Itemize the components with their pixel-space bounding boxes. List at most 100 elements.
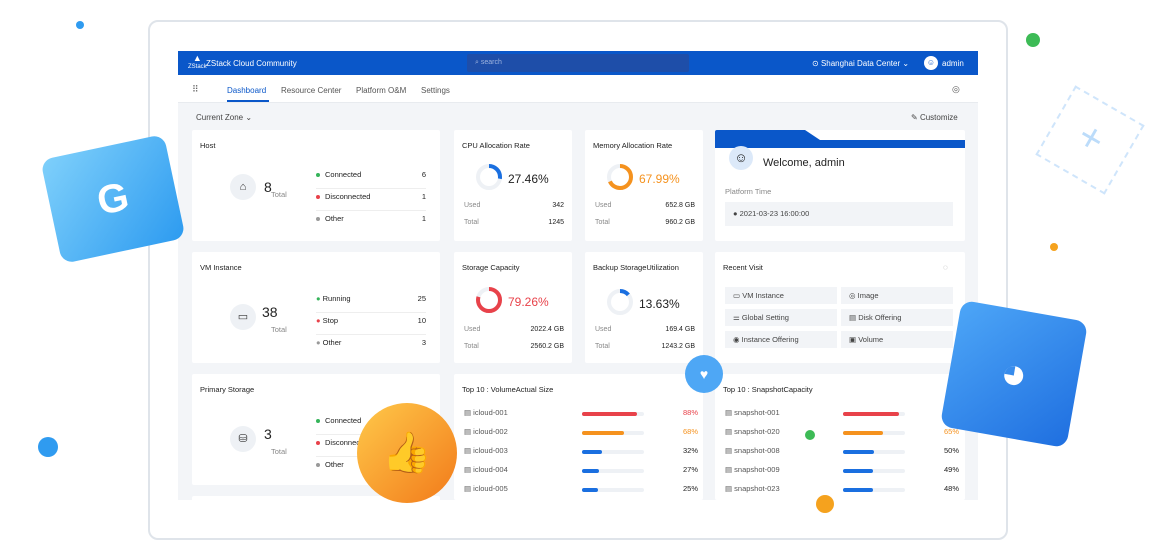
item-name: icloud-005 xyxy=(473,484,508,493)
bar-row[interactable]: ▤ icloud-003 32% xyxy=(464,446,698,465)
stop-icon: ● xyxy=(316,316,323,325)
bar-fill xyxy=(843,412,899,416)
recent-item-global-setting[interactable]: ⚌ Global Setting xyxy=(725,309,837,326)
recent-visit-card: Recent Visit ◌ ▭ VM Instance ◎ Image ⚌ G… xyxy=(715,252,965,363)
legend-row[interactable]: Connected 6 xyxy=(316,167,426,189)
bar-track xyxy=(843,488,905,492)
chevron-down-icon: ⌄ xyxy=(902,59,910,68)
datacenter-selector[interactable]: ⊙ Shanghai Data Center ⌄ xyxy=(812,59,909,68)
card-title: Memory Allocation Rate xyxy=(593,141,673,150)
notification-icon[interactable]: ◎ xyxy=(952,84,960,95)
total-label: Total xyxy=(271,190,287,199)
card-title: VM Instance xyxy=(200,263,242,272)
item-name: snapshot-009 xyxy=(734,465,780,474)
bar-fill xyxy=(843,431,884,435)
welcome-text: Welcome, admin xyxy=(763,157,845,169)
tab-dashboard[interactable]: Dashboard xyxy=(227,86,266,95)
bar-row[interactable]: ▤ snapshot-008 50% xyxy=(725,446,959,465)
recent-item-instance-offering[interactable]: ◉ Instance Offering xyxy=(725,331,837,348)
memory-ring xyxy=(607,164,633,190)
item-name: snapshot-023 xyxy=(734,484,780,493)
bar-row[interactable]: ▤ icloud-001 88% xyxy=(464,408,698,427)
top-volumes-card: Top 10 : VolumeActual Size ▤ icloud-001 8… xyxy=(454,374,703,500)
top-bar: ▲ ZStack ZStack Cloud Community ⌕ search … xyxy=(178,51,978,75)
admin-avatar: ☺ xyxy=(729,146,753,170)
recent-item-volume[interactable]: ▣ Volume xyxy=(841,331,953,348)
bar-fill xyxy=(843,488,873,492)
user-name[interactable]: admin xyxy=(942,59,964,68)
bar-row[interactable]: ▤ icloud-004 27% xyxy=(464,465,698,484)
item-percent: 32% xyxy=(682,446,698,455)
legend-row[interactable]: Disconnected 1 xyxy=(316,189,426,211)
total-label: Total xyxy=(271,325,287,334)
tab-platform-om[interactable]: Platform O&M xyxy=(356,86,406,95)
server-icon: ⌂ xyxy=(230,174,256,200)
storage-ring xyxy=(476,287,502,313)
backup-ring xyxy=(607,289,633,315)
bar-track xyxy=(582,431,644,435)
clear-icon[interactable]: ◌ xyxy=(943,263,948,272)
total-label: Total xyxy=(271,447,287,456)
apps-grid-icon[interactable]: ⠿ xyxy=(192,84,199,95)
search-input[interactable]: ⌕ search xyxy=(467,54,689,72)
app-title: ZStack Cloud Community xyxy=(206,59,297,68)
bar-row[interactable]: ▤ snapshot-020 65% xyxy=(725,427,959,446)
card-title: Backup StorageUtilization xyxy=(593,263,679,272)
other-icon: ● xyxy=(316,338,323,347)
github-badge: ◕ xyxy=(939,299,1089,449)
cpu-total: Total 1245 xyxy=(464,219,564,226)
storage-used: Used 2022.4 GB xyxy=(464,326,564,333)
cpu-used: Used 342 xyxy=(464,202,564,209)
zone-selector[interactable]: Current Zone ⌄ xyxy=(196,113,252,122)
snapshot-icon: ▤ xyxy=(725,408,735,417)
recent-item-vm-instance[interactable]: ▭ VM Instance xyxy=(725,287,837,304)
cpu-ring xyxy=(476,164,502,190)
recent-item-image[interactable]: ◎ Image xyxy=(841,287,953,304)
bar-row[interactable]: ▤ snapshot-009 49% xyxy=(725,465,959,484)
edit-icon: ✎ xyxy=(911,113,920,122)
platform-time-label: Platform Time xyxy=(725,187,772,196)
vm-legend: ● Running 25 ● Stop 10 ● Other 3 xyxy=(316,291,426,357)
legend-row[interactable]: ● Other 3 xyxy=(316,335,426,357)
vm-total: 38 xyxy=(262,304,278,320)
bar-track xyxy=(582,488,644,492)
storage-percent: 79.26% xyxy=(508,295,549,309)
card-title: Recent Visit xyxy=(723,263,763,272)
snapshot-icon: ▤ xyxy=(725,465,735,474)
backup-percent: 13.63% xyxy=(639,297,680,311)
bar-fill xyxy=(582,412,637,416)
avatar[interactable]: ☺ xyxy=(924,56,938,70)
customize-button[interactable]: ✎ Customize xyxy=(911,113,958,122)
decor-dot-blue xyxy=(76,21,84,29)
dashboard-app: ▲ ZStack ZStack Cloud Community ⌕ search … xyxy=(178,51,978,500)
welcome-banner xyxy=(715,130,965,148)
bar-row[interactable]: ▤ icloud-002 68% xyxy=(464,427,698,446)
tab-resource-center[interactable]: Resource Center xyxy=(281,86,341,95)
bar-row[interactable]: ▤ icloud-005 25% xyxy=(464,484,698,500)
item-percent: 50% xyxy=(943,446,959,455)
zstack-logo[interactable]: ▲ ZStack xyxy=(188,54,207,71)
tab-settings[interactable]: Settings xyxy=(421,86,450,95)
host-card: Host ⌂ 8 Total Connected 6 Disconnected 1 … xyxy=(192,130,440,241)
backup-total: Total 1243.2 GB xyxy=(595,343,695,350)
memory-total: Total 960.2 GB xyxy=(595,219,695,226)
volume-icon: ▤ xyxy=(464,427,474,436)
database-icon: ⛁ xyxy=(230,426,256,452)
legend-row[interactable]: Other 1 xyxy=(316,211,426,233)
recent-item-disk-offering[interactable]: ▤ Disk Offering xyxy=(841,309,953,326)
main-nav: ⠿ Dashboard Resource Center Platform O&M… xyxy=(178,75,978,103)
decor-dot-green-small xyxy=(805,430,815,440)
legend-row[interactable]: ● Stop 10 xyxy=(316,313,426,335)
thumbs-up-badge: 👍 xyxy=(357,403,457,503)
item-percent: 49% xyxy=(943,465,959,474)
location-icon: ⊙ xyxy=(812,59,821,68)
bar-row[interactable]: ▤ snapshot-00190% xyxy=(725,408,959,427)
legend-row[interactable]: ● Running 25 xyxy=(316,291,426,313)
decor-dot-orange-small xyxy=(816,495,834,513)
bar-row[interactable]: ▤ snapshot-023 48% xyxy=(725,484,959,500)
active-tab-underline xyxy=(227,100,269,102)
heart-badge: ♥ xyxy=(685,355,723,393)
backup-used: Used 169.4 GB xyxy=(595,326,695,333)
bar-track xyxy=(843,469,905,473)
decor-dot-orange xyxy=(1050,243,1058,251)
